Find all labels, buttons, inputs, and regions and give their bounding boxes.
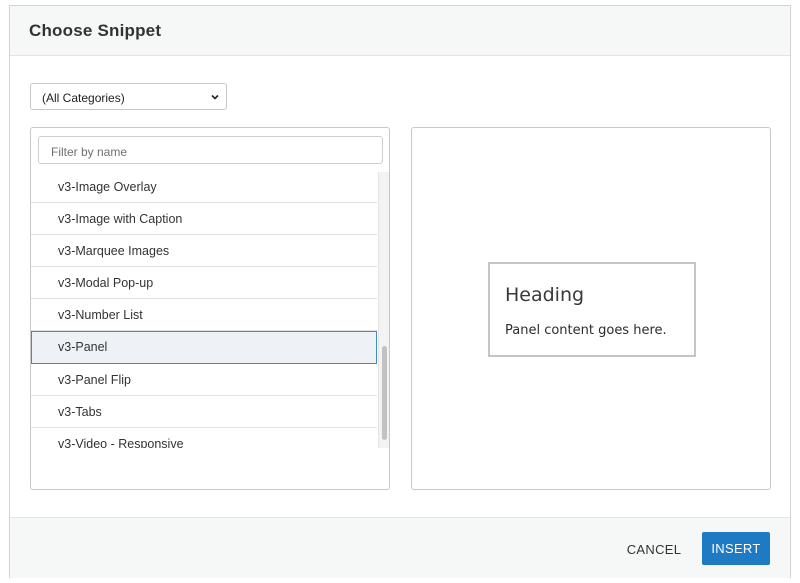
scrollbar-thumb[interactable] — [382, 346, 387, 440]
list-item[interactable]: v3-Tabs — [31, 396, 377, 428]
list-item-label: v3-Image with Caption — [58, 212, 183, 226]
list-item-label: v3-Modal Pop-up — [58, 276, 154, 290]
list-item[interactable]: v3-Panel Flip — [31, 364, 377, 396]
list-item[interactable]: v3-Number List — [31, 299, 377, 331]
list-item[interactable]: v3-Video - Responsive — [31, 428, 377, 448]
snippet-list-panel: Filter by name v3-Image Overlay v3-Image… — [30, 127, 390, 490]
dialog-header: Choose Snippet — [10, 6, 790, 56]
list-scrollbar[interactable] — [378, 172, 389, 448]
chevron-down-icon — [211, 94, 219, 100]
list-item-label: v3-Tabs — [58, 405, 102, 419]
list-item-label: v3-Marquee Images — [58, 244, 170, 258]
insert-button[interactable]: INSERT — [702, 532, 770, 565]
list-item[interactable]: v3-Marquee Images — [31, 235, 377, 267]
filter-placeholder: Filter by name — [51, 145, 128, 159]
snippet-list: v3-Image Overlay v3-Image with Caption v… — [31, 172, 377, 448]
choose-snippet-dialog: Choose Snippet (All Categories) Filter b… — [9, 5, 791, 578]
list-item[interactable]: v3-Modal Pop-up — [31, 267, 377, 299]
list-item[interactable]: v3-Image with Caption — [31, 203, 377, 235]
preview-heading: Heading — [505, 284, 585, 306]
cancel-button[interactable]: CANCEL — [614, 538, 694, 562]
preview-panel-card: Heading Panel content goes here. — [488, 262, 696, 357]
dialog-footer: CANCEL INSERT — [10, 517, 790, 578]
list-item-label: v3-Image Overlay — [58, 180, 157, 194]
category-select[interactable]: (All Categories) — [30, 83, 227, 110]
category-select-value: (All Categories) — [42, 91, 125, 105]
filter-input[interactable]: Filter by name — [38, 136, 383, 164]
list-item[interactable]: v3-Image Overlay — [31, 172, 377, 203]
snippet-preview-panel: Heading Panel content goes here. — [411, 127, 771, 490]
list-item-label: v3-Number List — [58, 308, 143, 322]
list-item-label: v3-Video - Responsive — [58, 437, 184, 448]
dialog-title: Choose Snippet — [29, 21, 162, 40]
list-item-label: v3-Panel — [58, 340, 108, 354]
preview-body-text: Panel content goes here. — [505, 323, 667, 338]
list-item-selected[interactable]: v3-Panel — [31, 331, 377, 364]
list-item-label: v3-Panel Flip — [58, 373, 131, 387]
